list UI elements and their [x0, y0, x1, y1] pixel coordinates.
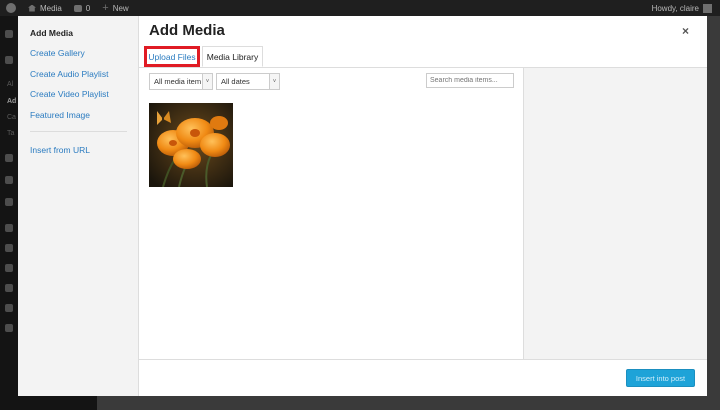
howdy-text: Howdy, claire	[651, 3, 699, 13]
media-type-filter-value: All media item	[154, 77, 202, 86]
tab-media-library[interactable]: Media Library	[202, 46, 263, 67]
comment-icon	[73, 4, 82, 12]
admin-bar: Media 0 + New Howdy, claire	[0, 0, 720, 16]
settings-icon[interactable]	[5, 304, 13, 312]
flowers-image	[149, 103, 233, 187]
pages-icon[interactable]	[5, 176, 13, 184]
media-menu: Add Media Create Gallery Create Audio Pl…	[18, 16, 139, 396]
comments-count: 0	[85, 3, 91, 13]
admin-menu-partial-add[interactable]: Ad	[7, 98, 16, 105]
attachment-details-sidebar	[523, 68, 707, 360]
chevron-down-icon: ˅	[269, 74, 279, 89]
collapse-icon[interactable]	[5, 324, 13, 332]
menu-item-create-video-playlist[interactable]: Create Video Playlist	[30, 89, 109, 99]
plugins-icon[interactable]	[5, 244, 13, 252]
close-icon[interactable]: ×	[682, 24, 689, 38]
admin-bar-comments[interactable]: 0	[73, 3, 91, 13]
appearance-icon[interactable]	[5, 224, 13, 232]
admin-menu-partial-categories[interactable]: Ca	[7, 114, 16, 121]
insert-into-post-button[interactable]: Insert into post	[626, 369, 695, 387]
avatar	[703, 3, 712, 13]
posts-icon[interactable]	[5, 56, 13, 64]
plus-icon: +	[102, 1, 109, 14]
tab-upload-files[interactable]: Upload Files	[144, 46, 200, 67]
admin-bar-site[interactable]: Media	[28, 4, 62, 13]
menu-item-insert-from-url[interactable]: Insert from URL	[30, 145, 90, 155]
admin-bar-new[interactable]: + New	[102, 1, 129, 14]
site-name: Media	[40, 3, 62, 13]
menu-item-add-media[interactable]: Add Media	[30, 28, 73, 38]
menu-separator	[30, 131, 127, 132]
media-type-filter[interactable]: All media item ˅	[149, 73, 213, 90]
media-modal: Add Media Create Gallery Create Audio Pl…	[18, 16, 707, 396]
tools-icon[interactable]	[5, 284, 13, 292]
menu-item-create-gallery[interactable]: Create Gallery	[30, 48, 85, 58]
menu-item-create-audio-playlist[interactable]: Create Audio Playlist	[30, 69, 108, 79]
home-icon	[28, 4, 36, 12]
modal-toolbar	[139, 359, 707, 396]
admin-bar-account[interactable]: Howdy, claire	[651, 3, 712, 13]
admin-sidebar: Al Ad Ca Ta	[0, 16, 18, 410]
wordpress-logo-icon[interactable]	[6, 3, 16, 13]
new-label: New	[112, 3, 129, 13]
admin-footer-strip	[0, 396, 97, 410]
date-filter[interactable]: All dates ˅	[216, 73, 280, 90]
search-media-input[interactable]	[426, 73, 514, 88]
users-icon[interactable]	[5, 264, 13, 272]
media-icon[interactable]	[5, 154, 13, 162]
comments-icon[interactable]	[5, 198, 13, 206]
dashboard-icon[interactable]	[5, 30, 13, 38]
date-filter-value: All dates	[221, 77, 250, 86]
admin-menu-partial-tags[interactable]: Ta	[7, 130, 14, 137]
menu-item-featured-image[interactable]: Featured Image	[30, 110, 90, 120]
attachment-thumbnail[interactable]	[149, 103, 233, 187]
chevron-down-icon: ˅	[202, 74, 212, 89]
modal-title: Add Media	[149, 22, 225, 39]
admin-menu-partial-all[interactable]: Al	[7, 81, 13, 88]
